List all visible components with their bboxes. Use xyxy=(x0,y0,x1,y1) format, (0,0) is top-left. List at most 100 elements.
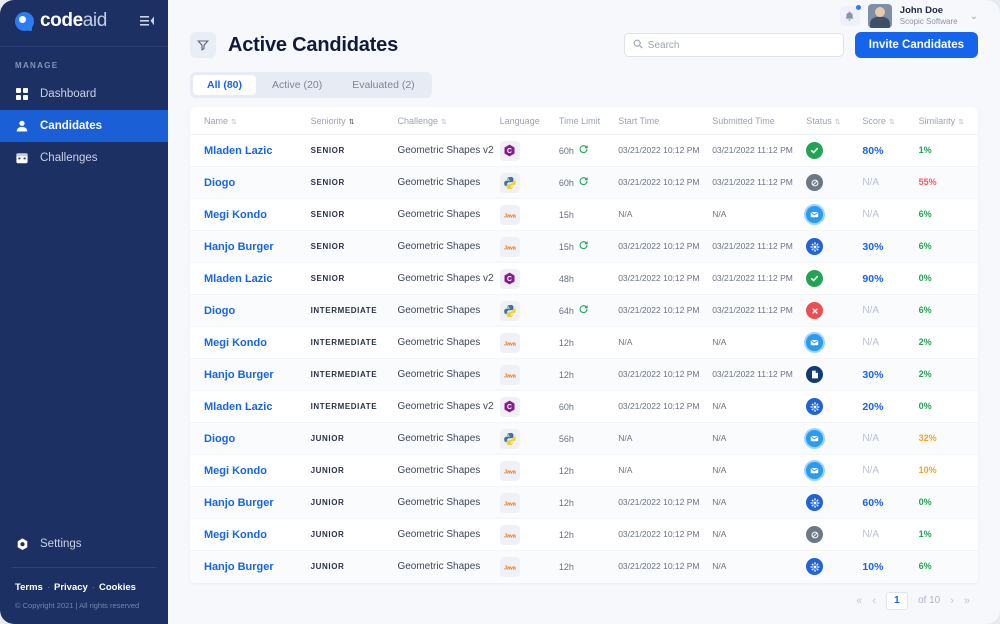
tab-all[interactable]: All (80) xyxy=(193,75,256,95)
time-limit-value: 48h xyxy=(559,274,618,284)
footer-separator: · xyxy=(92,582,95,593)
table-row[interactable]: Megi KondoJUNIORGeometric ShapesJava12h0… xyxy=(190,519,978,551)
col-challenge[interactable]: Challenge⇅ xyxy=(397,107,499,135)
candidate-name-link[interactable]: Megi Kondo xyxy=(204,529,267,541)
cell-start-time: 03/21/2022 10:12 PM xyxy=(618,167,712,199)
cell-challenge: Geometric Shapes xyxy=(397,199,499,231)
prev-page-button[interactable]: ‹ xyxy=(872,595,876,607)
submitted-time-value: 03/21/2022 11:12 PM xyxy=(712,273,793,283)
cell-similarity: 1% xyxy=(919,135,978,167)
col-score[interactable]: Score⇅ xyxy=(862,107,918,135)
candidate-name-link[interactable]: Megi Kondo xyxy=(204,209,267,221)
table-row[interactable]: Hanjo BurgerJUNIORGeometric ShapesJava12… xyxy=(190,551,978,583)
candidate-name-link[interactable]: Megi Kondo xyxy=(204,465,267,477)
cell-score: 20% xyxy=(862,391,918,423)
cell-time-limit: 60h xyxy=(559,135,618,167)
cell-similarity: 0% xyxy=(919,391,978,423)
tab-active[interactable]: Active (20) xyxy=(258,75,336,95)
svg-text:Java: Java xyxy=(504,501,516,507)
search-input[interactable] xyxy=(648,40,835,51)
candidate-name-link[interactable]: Mladen Lazic xyxy=(204,145,272,157)
sidebar-item-dashboard[interactable]: Dashboard xyxy=(0,78,168,110)
table-row[interactable]: Megi KondoJUNIORGeometric ShapesJava12hN… xyxy=(190,455,978,487)
svg-text:Java: Java xyxy=(504,213,516,219)
challenge-label: Geometric Shapes v2 xyxy=(397,145,493,156)
last-page-button[interactable]: » xyxy=(964,595,970,607)
status-badge-rejected[interactable] xyxy=(806,302,823,319)
candidate-name-link[interactable]: Diogo xyxy=(204,177,235,189)
footer-link-privacy[interactable]: Privacy xyxy=(54,582,88,593)
cell-status xyxy=(806,359,862,391)
current-page-input[interactable]: 1 xyxy=(886,592,908,610)
status-badge-in-progress[interactable] xyxy=(806,238,823,255)
timer-icon xyxy=(579,145,588,156)
table-row[interactable]: Mladen LazicSENIORGeometric Shapes v2C48… xyxy=(190,263,978,295)
invite-candidates-button[interactable]: Invite Candidates xyxy=(855,32,978,58)
first-page-button[interactable]: « xyxy=(856,595,862,607)
candidate-name-link[interactable]: Mladen Lazic xyxy=(204,401,272,413)
cell-submitted-time: 03/21/2022 11:12 PM xyxy=(712,359,806,391)
table-row[interactable]: Hanjo BurgerINTERMEDIATEGeometric Shapes… xyxy=(190,359,978,391)
table-row[interactable]: Hanjo BurgerJUNIORGeometric ShapesJava12… xyxy=(190,487,978,519)
cell-language: Java xyxy=(500,455,559,487)
sidebar-item-settings[interactable]: Settings xyxy=(0,527,168,561)
score-value: N/A xyxy=(862,529,879,540)
table-row[interactable]: DiogoJUNIORGeometric Shapes56hN/AN/AN/A3… xyxy=(190,423,978,455)
notifications-button[interactable] xyxy=(840,6,860,26)
java-icon: Java xyxy=(500,333,520,353)
status-badge-submitted[interactable] xyxy=(806,366,823,383)
col-name[interactable]: Name⇅ xyxy=(190,107,311,135)
tab-evaluated[interactable]: Evaluated (2) xyxy=(338,75,428,95)
filter-icon[interactable] xyxy=(190,32,216,58)
start-time-value: N/A xyxy=(618,337,632,347)
score-value: N/A xyxy=(862,177,879,188)
cell-seniority: INTERMEDIATE xyxy=(311,295,398,327)
collapse-menu-icon[interactable] xyxy=(138,12,156,30)
brand-bold: code xyxy=(40,10,83,31)
timer-icon xyxy=(579,177,588,188)
candidate-name-link[interactable]: Diogo xyxy=(204,305,235,317)
candidate-name-link[interactable]: Hanjo Burger xyxy=(204,561,274,573)
table-row[interactable]: Megi KondoINTERMEDIATEGeometric ShapesJa… xyxy=(190,327,978,359)
similarity-value: 0% xyxy=(919,401,932,411)
table-row[interactable]: Mladen LazicSENIORGeometric Shapes v2C60… xyxy=(190,135,978,167)
sidebar-item-candidates[interactable]: Candidates xyxy=(0,110,168,142)
col-similarity[interactable]: Similarity⇅ xyxy=(919,107,978,135)
status-badge-approved[interactable] xyxy=(806,142,823,159)
status-badge-approved[interactable] xyxy=(806,270,823,287)
status-badge-invited[interactable] xyxy=(806,462,823,479)
status-badge-invited[interactable] xyxy=(806,206,823,223)
search-box[interactable] xyxy=(624,33,844,57)
footer-link-terms[interactable]: Terms xyxy=(15,582,43,593)
candidate-name-link[interactable]: Hanjo Burger xyxy=(204,497,274,509)
chevron-down-icon[interactable]: ⌄ xyxy=(970,11,978,22)
challenge-label: Geometric Shapes xyxy=(397,209,480,220)
col-seniority[interactable]: Seniority⇅ xyxy=(311,107,398,135)
submitted-time-value: N/A xyxy=(712,465,726,475)
candidate-name-link[interactable]: Hanjo Burger xyxy=(204,369,274,381)
candidate-name-link[interactable]: Diogo xyxy=(204,433,235,445)
cell-language: Java xyxy=(500,551,559,583)
candidate-name-link[interactable]: Hanjo Burger xyxy=(204,241,274,253)
table-row[interactable]: Mladen LazicINTERMEDIATEGeometric Shapes… xyxy=(190,391,978,423)
status-badge-in-progress[interactable] xyxy=(806,398,823,415)
cell-start-time: N/A xyxy=(618,455,712,487)
status-badge-invited[interactable] xyxy=(806,334,823,351)
table-row[interactable]: DiogoSENIORGeometric Shapes60h03/21/2022… xyxy=(190,167,978,199)
sidebar-item-challenges[interactable]: Challenges xyxy=(0,142,168,174)
col-status[interactable]: Status⇅ xyxy=(806,107,862,135)
table-row[interactable]: Hanjo BurgerSENIORGeometric ShapesJava15… xyxy=(190,231,978,263)
status-badge-disabled[interactable] xyxy=(806,526,823,543)
candidate-name-link[interactable]: Mladen Lazic xyxy=(204,273,272,285)
status-badge-disabled[interactable] xyxy=(806,174,823,191)
next-page-button[interactable]: › xyxy=(950,595,954,607)
table-row[interactable]: DiogoINTERMEDIATEGeometric Shapes64h03/2… xyxy=(190,295,978,327)
status-badge-invited[interactable] xyxy=(806,430,823,447)
cell-submitted-time: N/A xyxy=(712,391,806,423)
tabs-bar: All (80) Active (20) Evaluated (2) xyxy=(190,72,432,98)
status-badge-in-progress[interactable] xyxy=(806,558,823,575)
status-badge-in-progress[interactable] xyxy=(806,494,823,511)
footer-link-cookies[interactable]: Cookies xyxy=(99,582,136,593)
candidate-name-link[interactable]: Megi Kondo xyxy=(204,337,267,349)
table-row[interactable]: Megi KondoSENIORGeometric ShapesJava15hN… xyxy=(190,199,978,231)
